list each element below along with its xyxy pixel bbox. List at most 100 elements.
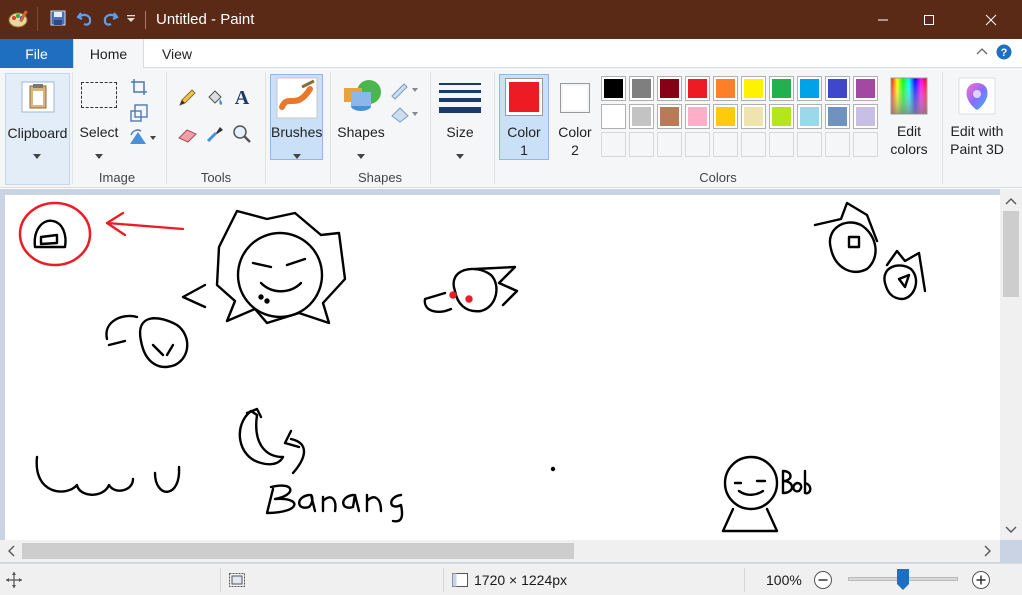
- chevron-down-icon: [357, 146, 365, 164]
- palette-swatch[interactable]: [853, 104, 878, 129]
- edit-colors-label-line1: Edit: [896, 123, 922, 139]
- custom-color-slot[interactable]: [601, 132, 626, 157]
- palette-swatch[interactable]: [713, 104, 738, 129]
- tab-view[interactable]: View: [146, 39, 208, 68]
- custom-color-slot[interactable]: [629, 132, 654, 157]
- zoom-level-text: 100%: [766, 572, 802, 588]
- palette-swatch[interactable]: [601, 76, 626, 101]
- select-button[interactable]: Select: [77, 74, 121, 164]
- circled-figure-doodle: [18, 201, 185, 267]
- size-button[interactable]: Size: [436, 74, 484, 164]
- shapes-label: Shapes: [337, 124, 385, 140]
- save-icon[interactable]: [50, 9, 66, 30]
- redo-icon[interactable]: [101, 9, 119, 30]
- uwu-doodle: [35, 455, 181, 496]
- tab-file[interactable]: File: [0, 39, 73, 68]
- color2-number: 2: [571, 142, 579, 158]
- scroll-down-icon[interactable]: [1005, 523, 1017, 538]
- color-picker-icon[interactable]: [205, 124, 225, 147]
- vertical-scrollbar[interactable]: [1000, 189, 1022, 540]
- title-separator: [145, 11, 146, 29]
- palette-swatch[interactable]: [797, 104, 822, 129]
- shapes-group-label: Shapes: [357, 170, 403, 185]
- edit-colors-button[interactable]: Edit colors: [885, 74, 933, 164]
- palette-swatch[interactable]: [629, 104, 654, 129]
- chevron-down-icon: [95, 146, 103, 164]
- palette-swatch[interactable]: [769, 104, 794, 129]
- text-tool-icon[interactable]: A: [231, 86, 253, 111]
- tab-home[interactable]: Home: [73, 39, 144, 69]
- scroll-right-icon[interactable]: [983, 545, 993, 560]
- close-button[interactable]: [968, 0, 1014, 39]
- minimize-button[interactable]: [860, 0, 906, 39]
- palette-swatch[interactable]: [741, 76, 766, 101]
- group-separator: [166, 72, 167, 184]
- color1-label: Color: [507, 124, 541, 140]
- palette-swatch[interactable]: [601, 104, 626, 129]
- horizontal-scroll-thumb[interactable]: [22, 543, 574, 559]
- eraser-icon[interactable]: [177, 126, 199, 147]
- size-icon: [439, 82, 481, 118]
- pencil-icon[interactable]: [177, 88, 197, 111]
- zoom-in-button[interactable]: [971, 570, 991, 593]
- ghost-face-doodle: [423, 265, 519, 313]
- palette-swatch[interactable]: [629, 76, 654, 101]
- resize-icon[interactable]: [130, 104, 148, 125]
- custom-color-slot[interactable]: [685, 132, 710, 157]
- palette-swatch[interactable]: [797, 76, 822, 101]
- palette-swatch[interactable]: [685, 104, 710, 129]
- zoom-slider-thumb[interactable]: [897, 569, 909, 591]
- vertical-scroll-thumb[interactable]: [1003, 211, 1019, 297]
- fill-bucket-icon[interactable]: [205, 88, 225, 111]
- palette-swatch[interactable]: [741, 104, 766, 129]
- drawing-canvas[interactable]: [5, 195, 1000, 540]
- color2-swatch: [563, 86, 587, 110]
- custom-color-slot[interactable]: [713, 132, 738, 157]
- palette-swatch[interactable]: [713, 76, 738, 101]
- edit-with-paint3d-button[interactable]: Edit with Paint 3D: [946, 74, 1008, 164]
- chevron-down-icon: [293, 146, 301, 164]
- selection-size-icon: [228, 571, 246, 592]
- window-title: Untitled - Paint: [156, 11, 255, 28]
- palette-swatch-color: [716, 79, 735, 98]
- color1-button[interactable]: Color 1: [499, 74, 549, 160]
- undo-icon[interactable]: [76, 9, 94, 30]
- palette-swatch[interactable]: [769, 76, 794, 101]
- custom-color-slot[interactable]: [853, 132, 878, 157]
- scroll-left-icon[interactable]: [6, 545, 16, 560]
- customize-qat-icon[interactable]: [125, 13, 137, 28]
- scroll-up-icon[interactable]: [1005, 194, 1017, 209]
- palette-swatch[interactable]: [853, 76, 878, 101]
- brushes-button[interactable]: Brushes: [270, 74, 323, 160]
- shapes-button[interactable]: Shapes: [336, 74, 386, 164]
- color2-button[interactable]: Color 2: [552, 74, 598, 164]
- palette-swatch[interactable]: [685, 76, 710, 101]
- zoom-out-button[interactable]: [813, 570, 833, 593]
- palette-swatch[interactable]: [825, 104, 850, 129]
- palette-swatch-color: [604, 79, 623, 98]
- palette-swatch-color: [828, 79, 847, 98]
- clipboard-button[interactable]: Clipboard: [5, 73, 70, 185]
- outline-icon[interactable]: [390, 80, 420, 103]
- crop-icon[interactable]: [130, 78, 148, 99]
- palette-swatch[interactable]: [825, 76, 850, 101]
- brush-icon: [276, 77, 318, 123]
- collapse-ribbon-icon[interactable]: [975, 45, 989, 62]
- horizontal-scrollbar[interactable]: [0, 540, 1000, 562]
- status-bar: 1720 × 1224px 100%: [0, 563, 1022, 595]
- palette-swatch[interactable]: [657, 104, 682, 129]
- color1-swatch: [509, 82, 539, 112]
- select-icon: [81, 82, 117, 108]
- custom-color-slot[interactable]: [657, 132, 682, 157]
- fill-icon[interactable]: [390, 104, 420, 127]
- palette-swatch[interactable]: [657, 76, 682, 101]
- custom-color-slot[interactable]: [741, 132, 766, 157]
- maximize-button[interactable]: [906, 0, 952, 39]
- custom-color-slot[interactable]: [797, 132, 822, 157]
- rotate-icon[interactable]: [128, 128, 156, 149]
- magnifier-icon[interactable]: [232, 124, 252, 147]
- help-icon[interactable]: ?: [996, 44, 1012, 63]
- paint-app-icon[interactable]: [8, 9, 30, 32]
- custom-color-slot[interactable]: [769, 132, 794, 157]
- custom-color-slot[interactable]: [825, 132, 850, 157]
